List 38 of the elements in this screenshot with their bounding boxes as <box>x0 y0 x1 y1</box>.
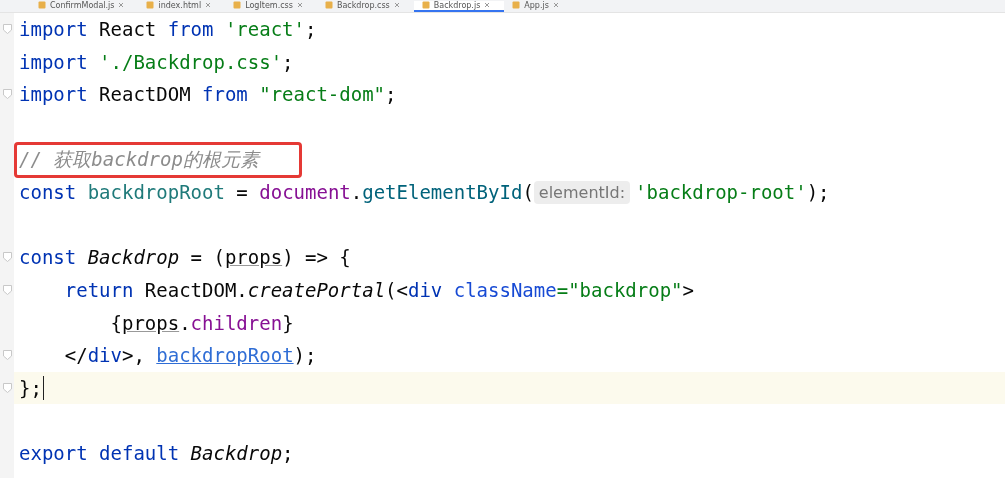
code-text: import React from 'react'; <box>19 18 317 41</box>
file-icon <box>512 1 521 9</box>
code-text: const Backdrop = (props) => { <box>19 246 351 269</box>
close-icon[interactable] <box>552 2 559 8</box>
file-tab[interactable]: App.js <box>504 1 573 12</box>
file-tab[interactable]: LogItem.css <box>225 1 317 12</box>
file-tab[interactable]: Backdrop.css <box>316 1 414 12</box>
file-tab[interactable]: index.html <box>138 1 226 12</box>
code-text: return ReactDOM.createPortal(<div className="backdrop"> <box>63 279 694 302</box>
code-text: import ReactDOM from "react-dom"; <box>19 83 397 106</box>
fold-marker-icon[interactable] <box>2 24 12 35</box>
code-text: {props.children} <box>109 311 294 334</box>
parameter-hint: elementId: <box>533 180 631 204</box>
fold-marker-icon[interactable] <box>2 382 12 393</box>
close-icon[interactable] <box>393 2 400 8</box>
close-icon[interactable] <box>118 2 125 8</box>
code-comment: // 获取backdrop的根元素 <box>19 146 259 172</box>
code-text: }; <box>19 376 42 399</box>
file-icon <box>421 1 430 9</box>
close-icon[interactable] <box>484 2 491 8</box>
file-icon <box>324 1 333 9</box>
fold-marker-icon[interactable] <box>2 350 12 361</box>
code-text: </div>, backdropRoot); <box>63 344 317 367</box>
close-icon[interactable] <box>205 2 212 8</box>
code-text: export default Backdrop; <box>19 442 294 464</box>
code-text: 'backdrop-root'); <box>635 181 830 204</box>
file-tab[interactable]: ConfirmModal.js <box>30 1 139 12</box>
fold-marker-icon[interactable] <box>2 89 12 100</box>
file-tab[interactable]: Backdrop.js <box>413 1 505 12</box>
text-cursor <box>42 375 45 400</box>
close-icon[interactable] <box>296 2 303 8</box>
file-icon <box>146 1 155 9</box>
code-text: import './Backdrop.css'; <box>19 50 294 73</box>
file-icon <box>38 1 46 9</box>
file-icon <box>233 1 242 9</box>
fold-marker-icon[interactable] <box>2 285 12 296</box>
fold-marker-icon[interactable] <box>2 252 12 263</box>
code-text: const backdropRoot = document.getElementById( <box>19 181 534 204</box>
